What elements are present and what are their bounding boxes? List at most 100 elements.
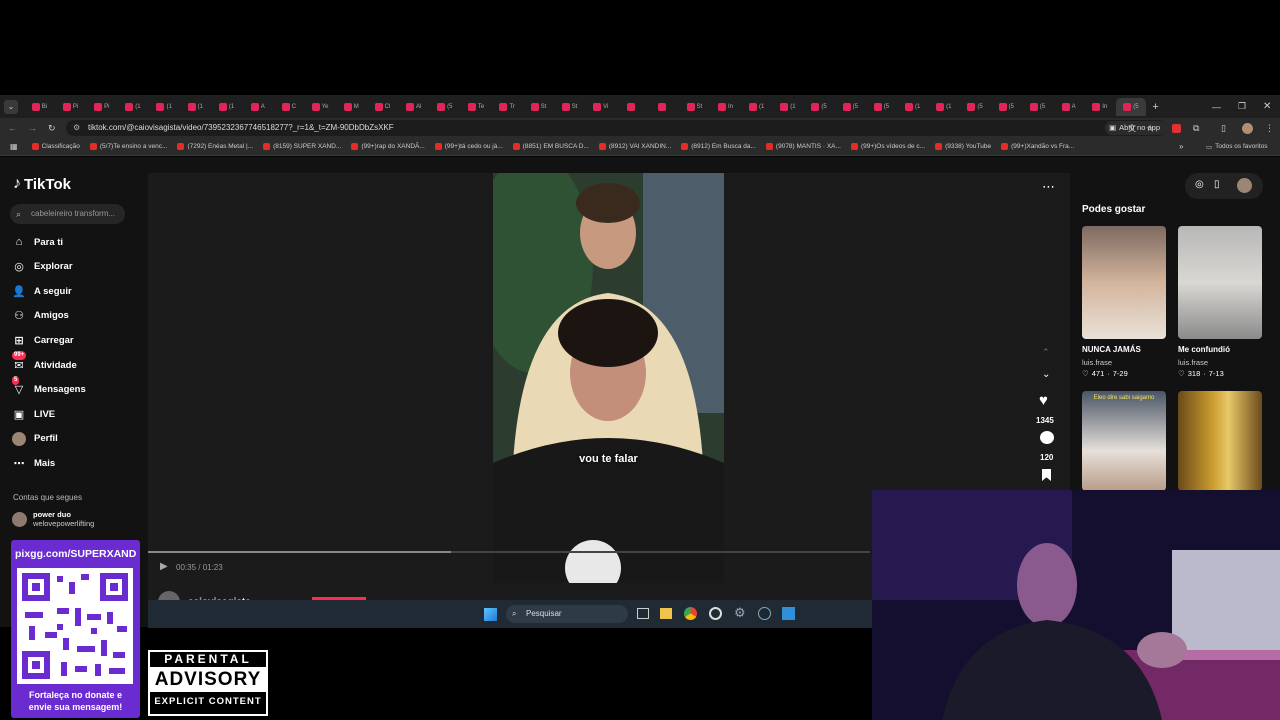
browser-tab[interactable]: M bbox=[336, 98, 367, 116]
bookmark-item[interactable]: (99+)tá cedo ou já... bbox=[434, 143, 503, 150]
nav-item-live[interactable]: ▣ LIVE bbox=[12, 407, 55, 421]
browser-tab[interactable]: (5 bbox=[960, 98, 991, 116]
windows-start-icon[interactable] bbox=[484, 608, 497, 621]
settings-gear-icon[interactable]: ⚙ bbox=[734, 605, 746, 621]
more-bookmarks-icon[interactable]: » bbox=[1179, 142, 1183, 151]
next-video-icon[interactable]: ⌄ bbox=[1042, 369, 1050, 380]
extension-red-icon[interactable] bbox=[1172, 123, 1181, 133]
browser-tab[interactable]: Al bbox=[398, 98, 429, 116]
bookmark-item[interactable]: (7292) Enéas Metal |... bbox=[177, 143, 253, 150]
forward-icon[interactable]: → bbox=[28, 123, 37, 133]
browser-tab[interactable] bbox=[648, 98, 679, 116]
site-info-icon[interactable]: ⚙ bbox=[73, 120, 80, 136]
bookmark-item[interactable]: (8912) VAI XANDIN... bbox=[598, 143, 671, 150]
browser-tab[interactable]: Ye bbox=[305, 98, 336, 116]
previous-video-icon[interactable]: ⌃ bbox=[1042, 347, 1050, 358]
chrome-icon[interactable] bbox=[684, 607, 697, 620]
recommend-card-1[interactable] bbox=[1082, 226, 1166, 339]
extension-icon[interactable]: ⧉ bbox=[1193, 123, 1199, 134]
apps-grid-icon[interactable]: ▦ bbox=[10, 142, 18, 151]
nav-item-mais[interactable]: ⋯ Mais bbox=[12, 456, 56, 470]
nav-item-perfil[interactable]: Perfil bbox=[12, 431, 58, 446]
nav-item-carregar[interactable]: ⊞ Carregar bbox=[12, 333, 73, 347]
progress-bar[interactable] bbox=[148, 551, 870, 553]
bookmark-item[interactable]: (99+)rap do XANDÃ... bbox=[351, 143, 425, 150]
nav-item-amigos[interactable]: ⚇ Amigos bbox=[12, 309, 69, 323]
translate-icon[interactable]: 文 bbox=[1128, 123, 1136, 134]
browser-tab[interactable]: Cl bbox=[367, 98, 398, 116]
nav-item-a-seguir[interactable]: 👤 A seguir bbox=[12, 284, 72, 298]
recommend-card-3[interactable]: Eleo dire sabi saigamo bbox=[1082, 391, 1166, 491]
play-icon[interactable]: ▶ bbox=[160, 561, 168, 572]
browser-tab[interactable]: A bbox=[1053, 98, 1084, 116]
browser-tab[interactable]: St bbox=[679, 98, 710, 116]
browser-tab[interactable]: (5 bbox=[429, 98, 460, 116]
browser-tab[interactable]: (1 bbox=[180, 98, 211, 116]
browser-tab[interactable]: (5 bbox=[991, 98, 1022, 116]
sidebar-icon[interactable]: ▯ bbox=[1221, 123, 1226, 134]
nav-item-mensagens[interactable]: ▽ 5 Mensagens bbox=[12, 375, 86, 397]
steam-icon[interactable] bbox=[758, 607, 771, 620]
bookmark-item[interactable]: (8851) EM BUSCA D... bbox=[512, 143, 589, 150]
obs-icon[interactable] bbox=[709, 607, 722, 620]
browser-tab[interactable]: Te bbox=[461, 98, 492, 116]
recommend-card-4[interactable] bbox=[1178, 391, 1262, 491]
explore-icon[interactable]: ◎ bbox=[1195, 179, 1204, 190]
bookmark-star-icon[interactable]: ☆ bbox=[1146, 123, 1154, 134]
file-explorer-icon[interactable] bbox=[660, 608, 672, 619]
bookmark-icon[interactable] bbox=[1042, 469, 1051, 481]
profile-avatar-icon[interactable] bbox=[1242, 122, 1253, 134]
bookmark-item[interactable]: (8912) Em Busca da... bbox=[681, 143, 756, 150]
browser-tab[interactable]: (1 bbox=[211, 98, 242, 116]
device-icon[interactable]: ▯ bbox=[1214, 179, 1220, 190]
bookmark-item[interactable]: (9338) YouTube bbox=[935, 143, 991, 150]
close-window-icon[interactable]: ✕ bbox=[1263, 101, 1271, 112]
url-field[interactable]: ⚙ tiktok.com/@caiovisagista/video/739523… bbox=[66, 120, 1166, 136]
tab-search-icon[interactable]: ⌄ bbox=[4, 99, 18, 114]
menu-icon[interactable]: ⋮ bbox=[1265, 123, 1274, 134]
browser-tab[interactable]: Pi bbox=[86, 98, 117, 116]
tiktok-logo[interactable]: ♪ TikTok bbox=[13, 175, 71, 193]
more-options-icon[interactable]: ⋯ bbox=[1042, 179, 1055, 195]
recommend-card-2[interactable] bbox=[1178, 226, 1262, 339]
browser-tab[interactable]: (5 bbox=[1115, 97, 1147, 116]
back-icon[interactable]: ← bbox=[8, 123, 17, 133]
browser-tab[interactable]: (5 bbox=[835, 98, 866, 116]
browser-tab[interactable]: (1 bbox=[118, 98, 149, 116]
taskbar-search-input[interactable]: ⌕ Pesquisar bbox=[506, 605, 628, 623]
nav-item-explorar[interactable]: ◎ Explorar bbox=[12, 260, 72, 274]
browser-tab[interactable]: A bbox=[242, 98, 273, 116]
task-view-icon[interactable] bbox=[637, 608, 649, 619]
browser-tab[interactable]: (1 bbox=[897, 98, 928, 116]
like-icon[interactable]: ♥ bbox=[1039, 392, 1048, 409]
browser-tab[interactable]: Vi bbox=[585, 98, 616, 116]
browser-tab[interactable]: In bbox=[1084, 98, 1115, 116]
nav-item-para-ti[interactable]: ⌂ Para ti bbox=[12, 235, 63, 249]
browser-tab[interactable]: Bi bbox=[24, 98, 55, 116]
browser-tab[interactable]: C bbox=[274, 98, 305, 116]
browser-tab[interactable]: Tr bbox=[492, 98, 523, 116]
search-input[interactable]: ⌕ cabeleireiro transform... bbox=[10, 204, 125, 224]
user-avatar-icon[interactable] bbox=[1237, 178, 1252, 193]
bookmark-item[interactable]: (5/7)Te ensino a venc... bbox=[89, 143, 167, 150]
browser-tab[interactable]: St bbox=[554, 98, 585, 116]
browser-tab[interactable]: Pi bbox=[55, 98, 86, 116]
browser-tab[interactable]: (5 bbox=[866, 98, 897, 116]
reload-icon[interactable]: ↻ bbox=[48, 123, 56, 134]
following-account[interactable]: power duo welovepowerlifting bbox=[12, 510, 94, 528]
bookmark-item[interactable]: (99+)Os vídeos de c... bbox=[850, 143, 925, 150]
new-tab-button[interactable]: + bbox=[1152, 101, 1158, 113]
browser-tab[interactable]: (5 bbox=[804, 98, 835, 116]
comment-icon[interactable] bbox=[1040, 431, 1054, 444]
video-frame[interactable]: vou te falar bbox=[493, 173, 724, 583]
browser-tab[interactable]: (1 bbox=[741, 98, 772, 116]
bookmark-item[interactable]: (9078) MANTIS · XA... bbox=[765, 143, 841, 150]
maximize-icon[interactable]: ❐ bbox=[1238, 101, 1246, 112]
browser-tab[interactable]: (5 bbox=[1022, 98, 1053, 116]
browser-tab[interactable]: (1 bbox=[149, 98, 180, 116]
nav-item-atividade[interactable]: ✉ 99+ Atividade bbox=[12, 351, 77, 372]
all-bookmarks[interactable]: ▭ Todos os favoritos bbox=[1206, 143, 1268, 151]
bookmark-item[interactable]: (8159) SUPER XAND... bbox=[263, 143, 341, 150]
bookmark-item[interactable]: Classificação bbox=[31, 143, 80, 150]
browser-tab[interactable]: St bbox=[523, 98, 554, 116]
